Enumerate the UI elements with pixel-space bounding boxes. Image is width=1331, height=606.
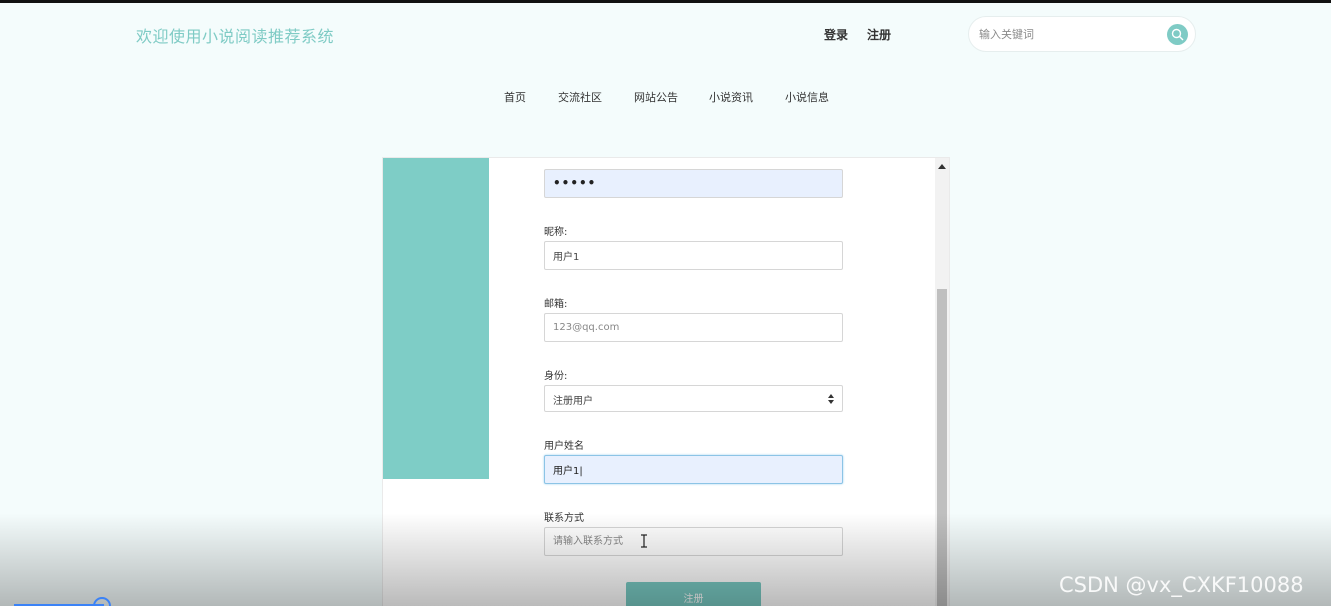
nav-item-home[interactable]: 首页 xyxy=(504,89,526,105)
site-title: 欢迎使用小说阅读推荐系统 xyxy=(136,27,335,46)
search-button[interactable] xyxy=(1167,24,1188,45)
username-field[interactable] xyxy=(544,455,843,484)
nav-item-novel-info[interactable]: 小说信息 xyxy=(785,89,829,105)
text-cursor-icon xyxy=(641,534,647,548)
role-select-wrap: 注册用户 xyxy=(544,385,843,412)
register-link[interactable]: 注册 xyxy=(867,26,891,43)
nickname-label: 昵称: xyxy=(544,227,568,238)
search-input[interactable] xyxy=(979,24,1159,44)
email-label: 邮箱: xyxy=(544,299,568,310)
role-label: 身份: xyxy=(544,371,568,382)
select-arrows-icon xyxy=(828,394,834,404)
search-box xyxy=(968,16,1196,52)
register-panel: ••••• 昵称: 邮箱: 身份: 注册用户 用户姓名 联系方式 注册 xyxy=(382,157,950,606)
nickname-field[interactable] xyxy=(544,241,843,270)
video-progress-knob[interactable] xyxy=(93,597,111,606)
username-label: 用户姓名 xyxy=(544,441,584,452)
nav-item-announcements[interactable]: 网站公告 xyxy=(634,89,678,105)
contact-label: 联系方式 xyxy=(544,513,584,524)
scroll-up-arrow-icon[interactable] xyxy=(938,164,946,169)
role-selected-value: 注册用户 xyxy=(553,396,593,407)
login-link[interactable]: 登录 xyxy=(824,26,848,43)
panel-scrollbar[interactable] xyxy=(935,158,949,606)
scroll-thumb[interactable] xyxy=(937,289,947,606)
search-icon xyxy=(1171,28,1184,41)
email-field[interactable] xyxy=(544,313,843,342)
password-field[interactable]: ••••• xyxy=(544,169,843,198)
nav-item-novel-news[interactable]: 小说资讯 xyxy=(709,89,753,105)
role-select[interactable]: 注册用户 xyxy=(544,385,843,412)
register-submit-button[interactable]: 注册 xyxy=(626,582,761,606)
contact-field[interactable] xyxy=(544,527,843,556)
watermark: CSDN @vx_CXKF10088 xyxy=(1059,573,1304,597)
decorative-side-block xyxy=(383,158,489,479)
nav-item-community[interactable]: 交流社区 xyxy=(558,89,602,105)
